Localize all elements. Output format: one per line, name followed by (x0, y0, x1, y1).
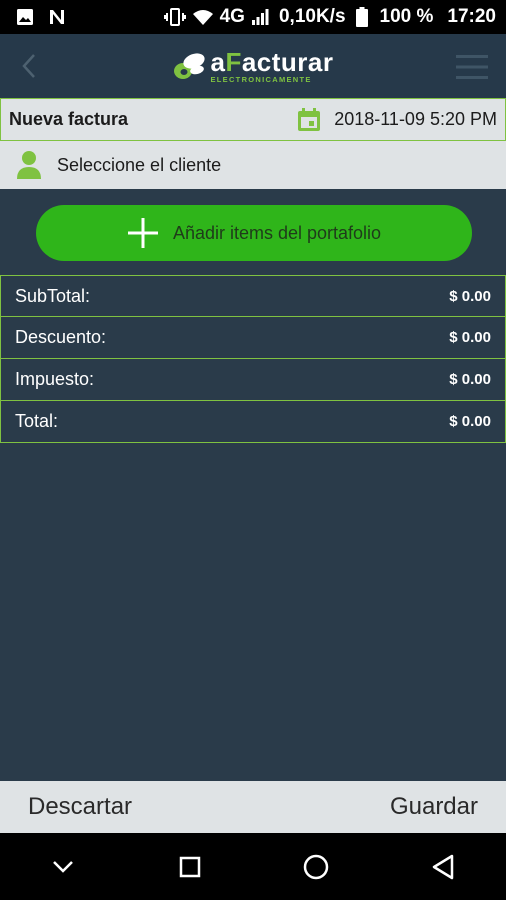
total-row: Total: $ 0.00 (0, 401, 506, 443)
invoice-datetime[interactable]: 2018-11-09 5:20 PM (334, 109, 497, 130)
action-bar: Descartar Guardar (0, 781, 506, 833)
plus-icon (127, 218, 158, 248)
add-items-label: Añadir items del portafolio (172, 222, 382, 243)
status-right: 4G 0,10K/s 100 % 17:20 (163, 6, 496, 28)
tax-label: Impuesto: (15, 369, 95, 389)
logo-wordmark: aFacturar (210, 46, 334, 77)
android-nav-bar (0, 833, 506, 900)
user-icon (17, 151, 41, 179)
menu-button[interactable] (456, 54, 488, 80)
calendar-icon[interactable] (296, 107, 322, 133)
battery-level: 100 % (379, 6, 434, 27)
client-selector[interactable]: Seleccione el cliente (0, 141, 506, 189)
vibrate-icon (163, 7, 186, 27)
wifi-icon (192, 8, 214, 26)
chevron-down-icon (53, 860, 74, 873)
n-notification-icon (48, 8, 66, 26)
afacturar-logo: aFacturar ELECTRONICAMENTE (172, 49, 333, 84)
app-screen: 4G 0,10K/s 100 % 17:20 aFacturar ELECTRO… (0, 0, 506, 900)
client-placeholder[interactable]: Seleccione el cliente (57, 155, 221, 176)
app-header: aFacturar ELECTRONICAMENTE (0, 34, 506, 98)
clock: 17:20 (447, 6, 496, 27)
network-speed: 0,10K/s (278, 6, 346, 27)
totals-panel: SubTotal: $ 0.00 Descuento: $ 0.00 Impue… (0, 275, 506, 443)
battery-icon (355, 7, 368, 27)
save-button[interactable]: Guardar (390, 793, 478, 821)
logo-text: aFacturar ELECTRONICAMENTE (210, 49, 333, 84)
status-left (16, 8, 66, 26)
hamburger-menu-icon (456, 55, 488, 79)
status-bar: 4G 0,10K/s 100 % 17:20 (0, 0, 506, 34)
circle-home-icon (304, 854, 329, 879)
back-arrow-icon (22, 54, 35, 78)
discount-label: Descuento: (15, 327, 107, 347)
logo-leaf-icon (174, 53, 206, 79)
tax-row: Impuesto: $ 0.00 (0, 359, 506, 401)
invoice-header: Nueva factura 2018-11-09 5:20 PM (0, 98, 506, 141)
discount-row: Descuento: $ 0.00 (0, 317, 506, 359)
discount-value: $ 0.00 (449, 329, 491, 346)
invoice-title: Nueva factura (9, 109, 129, 129)
gallery-icon (16, 8, 34, 26)
back-button[interactable] (16, 52, 44, 80)
subtotal-row: SubTotal: $ 0.00 (0, 275, 506, 317)
total-label: Total: (15, 411, 59, 431)
nav-back-button[interactable] (423, 847, 463, 887)
total-value: $ 0.00 (449, 413, 491, 430)
subtotal-value: $ 0.00 (449, 288, 491, 305)
nav-home-button[interactable] (296, 847, 336, 887)
nav-collapse-button[interactable] (43, 847, 83, 887)
network-type: 4G (219, 6, 245, 27)
nav-recents-button[interactable] (170, 847, 210, 887)
invoice-date[interactable]: 2018-11-09 5:20 PM (296, 107, 497, 133)
tax-value: $ 0.00 (449, 371, 491, 388)
add-items-button[interactable]: Añadir items del portafolio (36, 205, 472, 261)
triangle-back-icon (432, 854, 453, 879)
discard-button[interactable]: Descartar (28, 793, 132, 821)
signal-icon (251, 8, 269, 26)
subtotal-label: SubTotal: (15, 285, 91, 306)
logo-tagline: ELECTRONICAMENTE (210, 74, 312, 84)
square-recents-icon (179, 856, 200, 877)
